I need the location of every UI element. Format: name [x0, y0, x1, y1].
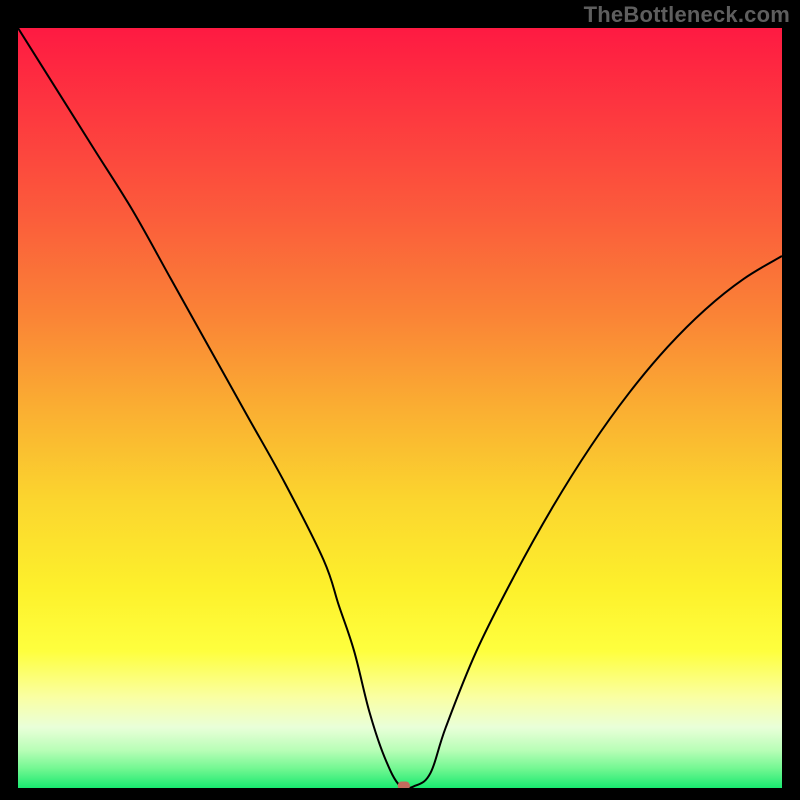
watermark-text: TheBottleneck.com: [584, 2, 790, 28]
chart-frame: TheBottleneck.com: [0, 0, 800, 800]
plot-area: [18, 28, 782, 788]
chart-svg: [18, 28, 782, 788]
chart-background: [18, 28, 782, 788]
optimal-marker: [398, 782, 410, 788]
